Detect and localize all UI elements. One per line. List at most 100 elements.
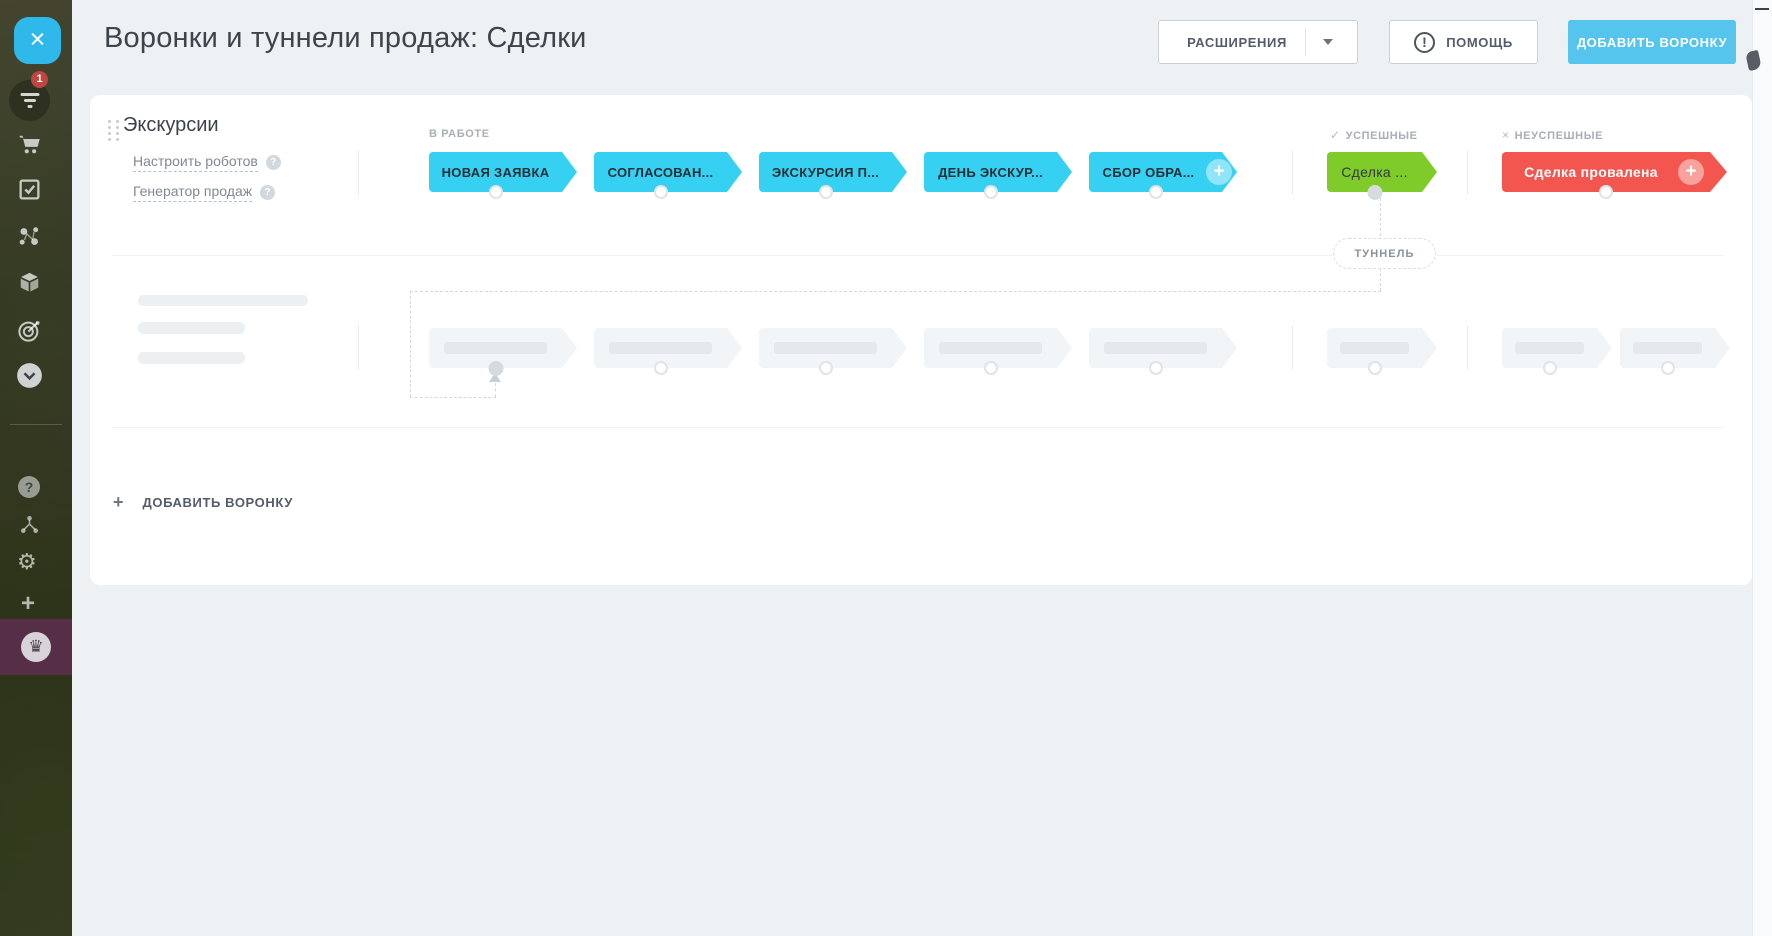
stage-label: ЭКСКУРСИЯ П...: [771, 164, 880, 180]
funnel-icon: [27, 105, 32, 108]
stage-label: Сделка ...: [1341, 164, 1408, 180]
add-funnel-label: ДОБАВИТЬ ВОРОНКУ: [142, 495, 293, 510]
help-question-icon[interactable]: ?: [17, 475, 43, 499]
help-label: ПОМОЩЬ: [1446, 34, 1513, 50]
add-funnel-header-button[interactable]: ДОБАВИТЬ ВОРОНКУ: [1568, 20, 1736, 64]
stage-connector-dot[interactable]: [1599, 185, 1613, 199]
stage-label: СБОР ОБРА...: [1102, 164, 1195, 180]
sales-generator-label: Генератор продаж: [133, 183, 253, 202]
extensions-label: РАСШИРЕНИЯ: [1187, 34, 1287, 50]
sidebar: × 1 ? ⚙ + ♛: [0, 0, 72, 936]
column-divider: [1292, 150, 1293, 195]
ghost-dot: [983, 361, 998, 375]
tunnel-line-bottom: [410, 397, 496, 398]
tasks-icon[interactable]: [17, 177, 43, 202]
close-menu-button[interactable]: ×: [14, 17, 61, 64]
stage-feedback[interactable]: СБОР ОБРА... +: [1089, 152, 1237, 199]
drag-handle-icon[interactable]: [108, 120, 119, 147]
funnel-card: Экскурсии Настроить роботов? Генератор п…: [90, 95, 1752, 585]
stage-failed[interactable]: Сделка провалена +: [1502, 152, 1727, 199]
main-area: Воронки и туннели продаж: Сделки РАСШИРЕ…: [72, 0, 1772, 936]
stage-excursion-day[interactable]: ДЕНЬ ЭКСКУР...: [924, 152, 1072, 199]
stage-excursion[interactable]: ЭКСКУРСИЯ П...: [759, 152, 907, 199]
column-label-success: ✓ УСПЕШНЫЕ: [1330, 128, 1418, 142]
settings-gear-icon[interactable]: ⚙: [17, 551, 37, 573]
ghost-stage: [1089, 328, 1237, 375]
column-divider: [1292, 325, 1293, 370]
check-icon: ✓: [1330, 128, 1341, 142]
stage-agreement[interactable]: СОГЛАСОВАН...: [594, 152, 742, 199]
question-mark-icon[interactable]: ?: [265, 155, 281, 170]
row-divider: [112, 427, 1724, 428]
ghost-dot: [653, 361, 668, 375]
skeleton-link-bar: [138, 322, 245, 334]
svg-text:?: ?: [25, 479, 34, 495]
crm-network-icon[interactable]: [16, 223, 42, 250]
stage-connector-dot[interactable]: [818, 185, 833, 199]
add-stage-button[interactable]: +: [1206, 159, 1232, 185]
ghost-stage: [594, 328, 742, 375]
ghost-dot: [1367, 361, 1382, 375]
catalog-cube-icon[interactable]: [17, 270, 43, 295]
column-divider: [1467, 150, 1468, 195]
add-plus-icon[interactable]: +: [21, 592, 35, 616]
page-title: Воронки и туннели продаж: Сделки: [104, 22, 587, 54]
tunnel-line-horizontal: [410, 291, 1381, 292]
ghost-dot: [818, 361, 833, 375]
button-separator: [1304, 28, 1306, 56]
skeleton-link-bar: [138, 352, 245, 364]
row-divider: [112, 255, 1724, 256]
marketing-target-icon[interactable]: [16, 317, 42, 344]
tunnel-source-dot[interactable]: [1367, 185, 1382, 200]
question-mark-icon[interactable]: ?: [260, 185, 276, 200]
ghost-dot: [1148, 361, 1163, 375]
configure-robots-link[interactable]: Настроить роботов?: [133, 153, 281, 172]
stage-connector-dot[interactable]: [488, 185, 503, 199]
ghost-stage: [759, 328, 907, 375]
stage-success[interactable]: Сделка ...: [1327, 152, 1437, 200]
cart-icon[interactable]: [17, 132, 43, 158]
add-funnel-bottom-button[interactable]: + ДОБАВИТЬ ВОРОНКУ: [113, 492, 293, 513]
sidebar-divider: [10, 424, 62, 425]
stage-connector-dot[interactable]: [983, 185, 998, 199]
ghost-stage: [429, 328, 577, 376]
tunnel-line-left: [410, 291, 411, 397]
more-chevron-icon[interactable]: [16, 362, 42, 389]
extensions-button[interactable]: РАСШИРЕНИЯ: [1158, 20, 1358, 64]
scrollbar-track[interactable]: [1752, 0, 1772, 936]
stage-connector-dot[interactable]: [1148, 185, 1163, 199]
column-divider: [1467, 325, 1468, 370]
exclamation-circle-icon: !: [1414, 31, 1436, 53]
stage-connector-dot[interactable]: [653, 185, 668, 199]
crown-icon: ♛: [21, 632, 51, 662]
column-label-fail: × НЕУСПЕШНЫЕ: [1502, 128, 1604, 142]
subscription-row[interactable]: ♛: [0, 619, 72, 675]
stage-label: НОВАЯ ЗАЯВКА: [441, 164, 550, 180]
sales-generator-link[interactable]: Генератор продаж?: [133, 183, 276, 202]
ghost-stage-fail: [1620, 328, 1730, 375]
tunnel-target-dot: [488, 361, 503, 376]
ghost-stage-success: [1327, 328, 1437, 375]
cross-icon: ×: [1502, 128, 1510, 142]
column-label-in-progress: В РАБОТЕ: [429, 128, 490, 140]
add-fail-stage-button[interactable]: +: [1678, 159, 1704, 185]
stage-label: Сделка провалена: [1524, 164, 1658, 180]
column-divider: [358, 325, 359, 370]
stage-new-request[interactable]: НОВАЯ ЗАЯВКА: [429, 152, 577, 199]
ghost-dot: [1660, 361, 1675, 375]
share-nodes-icon[interactable]: [18, 513, 44, 536]
stage-label: СОГЛАСОВАН...: [607, 164, 714, 180]
plus-icon: +: [113, 492, 124, 512]
stage-label: ДЕНЬ ЭКСКУР...: [938, 164, 1043, 180]
scrollbar-thumb[interactable]: [1755, 8, 1769, 10]
tunnel-line-stem: [495, 383, 496, 397]
funnel-name: Экскурсии: [123, 114, 219, 136]
configure-robots-label: Настроить роботов: [133, 153, 258, 172]
chevron-down-icon[interactable]: [1322, 39, 1333, 45]
skeleton-title-bar: [138, 295, 308, 306]
funnel-icon: [20, 93, 39, 96]
help-button[interactable]: ! ПОМОЩЬ: [1389, 20, 1538, 64]
tunnel-badge[interactable]: ТУННЕЛЬ: [1333, 238, 1436, 269]
ghost-dot: [1542, 361, 1557, 375]
column-divider: [358, 150, 359, 195]
